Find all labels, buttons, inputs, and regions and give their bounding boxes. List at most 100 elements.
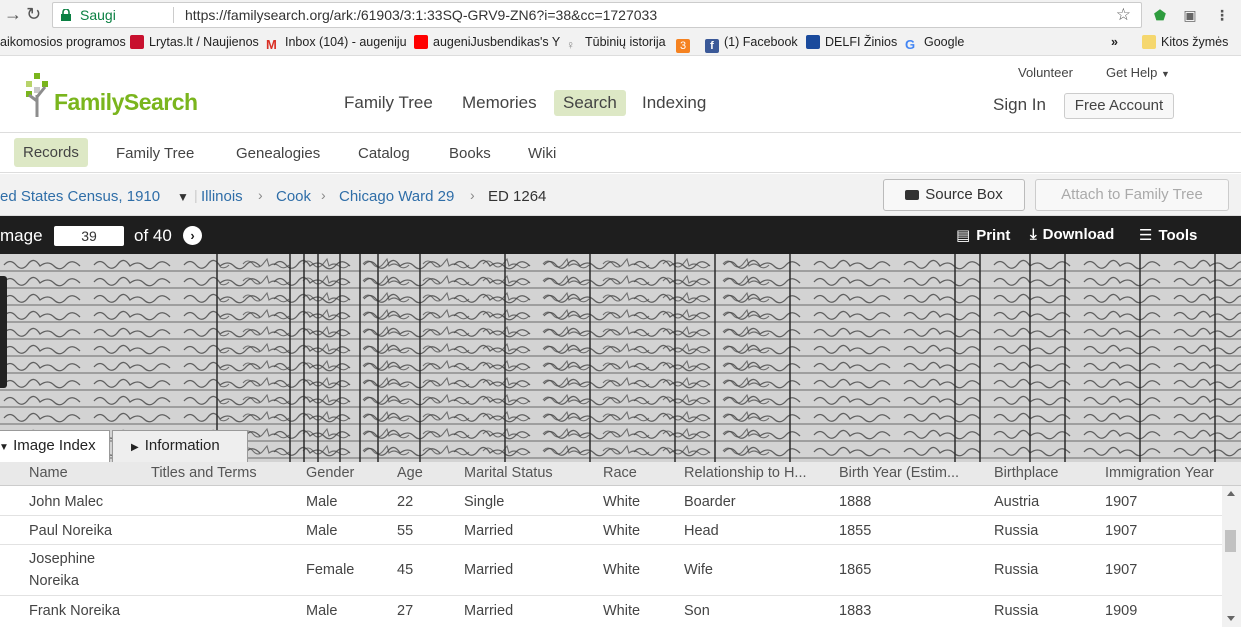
column-header[interactable]: Age bbox=[397, 465, 423, 481]
bookmark[interactable]: aikomosios programos bbox=[0, 35, 126, 49]
nav-search[interactable]: Search bbox=[554, 90, 626, 116]
cell-immigration: 1907 bbox=[1105, 494, 1138, 510]
caret-right-icon: ▶ bbox=[131, 442, 139, 453]
forward-icon[interactable]: → bbox=[4, 4, 22, 25]
subnav-catalog[interactable]: Catalog bbox=[358, 145, 410, 162]
bookmark[interactable]: 3 bbox=[676, 35, 695, 53]
cell-marital: Single bbox=[464, 494, 505, 510]
table-row[interactable]: Paul Noreika Male 55 Married White Head … bbox=[0, 516, 1222, 545]
free-account-button[interactable]: Free Account bbox=[1064, 93, 1174, 119]
caret-down-icon: ▼ bbox=[0, 442, 9, 453]
nav-memories[interactable]: Memories bbox=[462, 93, 537, 113]
cell-name[interactable]: Josephine bbox=[29, 551, 95, 567]
column-header[interactable]: Birthplace bbox=[994, 465, 1058, 481]
cell-age: 45 bbox=[397, 562, 414, 578]
breadcrumb-state[interactable]: Illinois bbox=[201, 188, 243, 205]
breadcrumb-collection[interactable]: ed States Census, 1910 bbox=[0, 188, 160, 205]
cell-birth-year: 1865 bbox=[839, 562, 872, 578]
cell-race: White bbox=[603, 494, 641, 510]
viewer-side-handle[interactable] bbox=[0, 276, 7, 388]
chevron-right-icon: › bbox=[470, 187, 475, 203]
subnav-books[interactable]: Books bbox=[449, 145, 491, 162]
bookmark[interactable]: augeniJusbendikas's Y bbox=[414, 35, 560, 49]
cell-birth-year: 1888 bbox=[839, 494, 872, 510]
attach-to-family-tree-button[interactable]: Attach to Family Tree bbox=[1035, 179, 1229, 211]
table-row[interactable]: John Malec Male 22 Single White Boarder … bbox=[0, 487, 1222, 516]
cell-gender: Male bbox=[306, 523, 338, 539]
lrytas-icon bbox=[130, 35, 144, 49]
sign-in-link[interactable]: Sign In bbox=[993, 95, 1046, 115]
bookmark-folder[interactable]: Kitos žymės bbox=[1142, 35, 1228, 49]
scroll-up-icon[interactable] bbox=[1227, 491, 1235, 496]
image-count: of 40 bbox=[134, 226, 172, 245]
cell-name[interactable]: John Malec bbox=[29, 494, 103, 510]
nav-family-tree[interactable]: Family Tree bbox=[344, 93, 433, 113]
bookmark[interactable]: G Google bbox=[905, 35, 964, 52]
image-index-table: Name Titles and Terms Gender Age Marital… bbox=[0, 462, 1241, 627]
scroll-down-icon[interactable] bbox=[1227, 616, 1235, 621]
gmail-icon: M bbox=[266, 37, 277, 52]
bookmarks-bar: aikomosios programos Lrytas.lt / Naujien… bbox=[0, 30, 1241, 56]
orange-site-icon: 3 bbox=[676, 39, 690, 53]
caret-down-icon[interactable]: ▼ bbox=[177, 190, 189, 204]
nav-indexing[interactable]: Indexing bbox=[642, 93, 706, 113]
bookmark[interactable]: Lrytas.lt / Naujienos bbox=[130, 35, 259, 49]
breadcrumb-county[interactable]: Cook bbox=[276, 188, 311, 205]
subnav-records[interactable]: Records bbox=[14, 138, 88, 167]
cell-birthplace: Russia bbox=[994, 562, 1039, 578]
tree-logo-icon bbox=[26, 73, 48, 117]
address-bar[interactable]: Saugi https://familysearch.org/ark:/6190… bbox=[52, 2, 1142, 28]
table-scrollbar[interactable] bbox=[1222, 486, 1241, 627]
bookmark[interactable]: ♀ Tūbinių istorija bbox=[566, 35, 666, 52]
subnav-genealogies[interactable]: Genealogies bbox=[236, 145, 320, 162]
chevron-down-icon: ▼ bbox=[1160, 69, 1170, 79]
extension-icon[interactable]: ⬟ bbox=[1150, 5, 1170, 25]
cell-birthplace: Russia bbox=[994, 603, 1039, 619]
tab-information[interactable]: ▶ Information bbox=[112, 430, 248, 462]
download-button[interactable]: ⤓ Download bbox=[1030, 226, 1114, 243]
bookmark[interactable]: DELFI Žinios bbox=[806, 35, 897, 49]
column-header[interactable]: Name bbox=[29, 465, 68, 481]
records-subnav: Records Family Tree Genealogies Catalog … bbox=[0, 133, 1241, 173]
cell-name[interactable]: Frank Noreika bbox=[29, 603, 120, 619]
reload-icon[interactable]: ↻ bbox=[26, 4, 41, 25]
column-header[interactable]: Relationship to H... bbox=[684, 465, 807, 481]
cell-name[interactable]: Paul Noreika bbox=[29, 523, 112, 539]
table-row[interactable]: Josephine Noreika Female 45 Married Whit… bbox=[0, 545, 1222, 596]
bookmark[interactable]: f (1) Facebook bbox=[705, 35, 798, 53]
image-toolbar: mage 39 of 40 › ▤ Print ⤓ Download ☰ Tools bbox=[0, 216, 1241, 254]
column-header[interactable]: Race bbox=[603, 465, 637, 481]
divider bbox=[173, 7, 174, 23]
get-help-link[interactable]: Get Help ▼ bbox=[1106, 65, 1170, 80]
breadcrumb-ward[interactable]: Chicago Ward 29 bbox=[339, 188, 454, 205]
box-icon bbox=[905, 190, 920, 200]
bookmarks-overflow[interactable]: » bbox=[1111, 35, 1118, 49]
column-header[interactable]: Titles and Terms bbox=[151, 465, 257, 481]
subnav-family-tree[interactable]: Family Tree bbox=[116, 145, 194, 162]
bookmark[interactable]: M Inbox (104) - augeniju bbox=[266, 35, 407, 52]
tools-icon: ☰ bbox=[1139, 227, 1153, 244]
tools-button[interactable]: ☰ Tools bbox=[1139, 226, 1197, 244]
volunteer-link[interactable]: Volunteer bbox=[1018, 65, 1073, 80]
image-number-input[interactable]: 39 bbox=[54, 226, 124, 246]
print-button[interactable]: ▤ Print bbox=[956, 226, 1010, 244]
cell-race: White bbox=[603, 523, 641, 539]
table-row[interactable]: Frank Noreika Male 27 Married White Son … bbox=[0, 596, 1222, 627]
menu-icon[interactable]: ⋮ bbox=[1212, 5, 1232, 25]
column-header[interactable]: Birth Year (Estim... bbox=[839, 465, 959, 481]
cell-birth-year: 1855 bbox=[839, 523, 872, 539]
next-image-icon[interactable]: › bbox=[183, 226, 202, 245]
folder-icon bbox=[1142, 35, 1156, 49]
bookmark-star-icon[interactable]: ☆ bbox=[1116, 3, 1131, 27]
column-header[interactable]: Marital Status bbox=[464, 465, 553, 481]
extension-bag-icon[interactable]: ▣ bbox=[1180, 5, 1200, 25]
source-box-button[interactable]: Source Box bbox=[883, 179, 1025, 211]
tab-image-index[interactable]: ▼ Image Index bbox=[0, 430, 110, 462]
column-header[interactable]: Immigration Year bbox=[1105, 465, 1214, 481]
url-text[interactable]: https://familysearch.org/ark:/61903/3:1:… bbox=[185, 3, 657, 27]
subnav-wiki[interactable]: Wiki bbox=[528, 145, 556, 162]
cell-birth-year: 1883 bbox=[839, 603, 872, 619]
cell-name-line2[interactable]: Noreika bbox=[29, 573, 79, 589]
scrollbar-thumb[interactable] bbox=[1225, 530, 1236, 552]
column-header[interactable]: Gender bbox=[306, 465, 354, 481]
